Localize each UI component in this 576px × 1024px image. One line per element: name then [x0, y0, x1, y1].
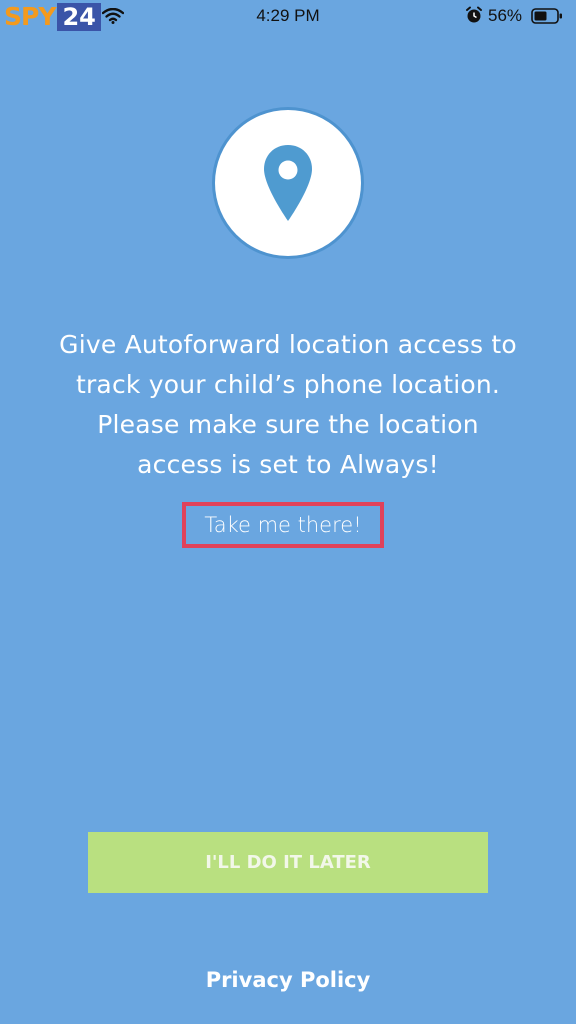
battery-percent: 56% — [488, 6, 523, 25]
location-access-message: Give Autoforward location access to trac… — [20, 325, 556, 485]
message-line: Give Autoforward location access to — [59, 330, 517, 359]
take-me-there-link[interactable]: Take me there! — [182, 502, 384, 548]
privacy-policy-link[interactable]: Privacy Policy — [0, 968, 576, 992]
do-it-later-button[interactable]: I'LL DO IT LATER — [88, 832, 488, 893]
message-line: track your child’s phone location. — [75, 370, 501, 399]
status-bar: SPY 24 4:29 PM 56% — [0, 0, 576, 34]
alarm-icon — [465, 6, 483, 28]
location-pin-badge — [215, 110, 361, 256]
message-line: Please make sure the location — [97, 410, 479, 439]
message-line: access is set to Always! — [137, 450, 439, 479]
location-pin-icon — [264, 145, 312, 221]
battery-icon — [531, 8, 563, 28]
